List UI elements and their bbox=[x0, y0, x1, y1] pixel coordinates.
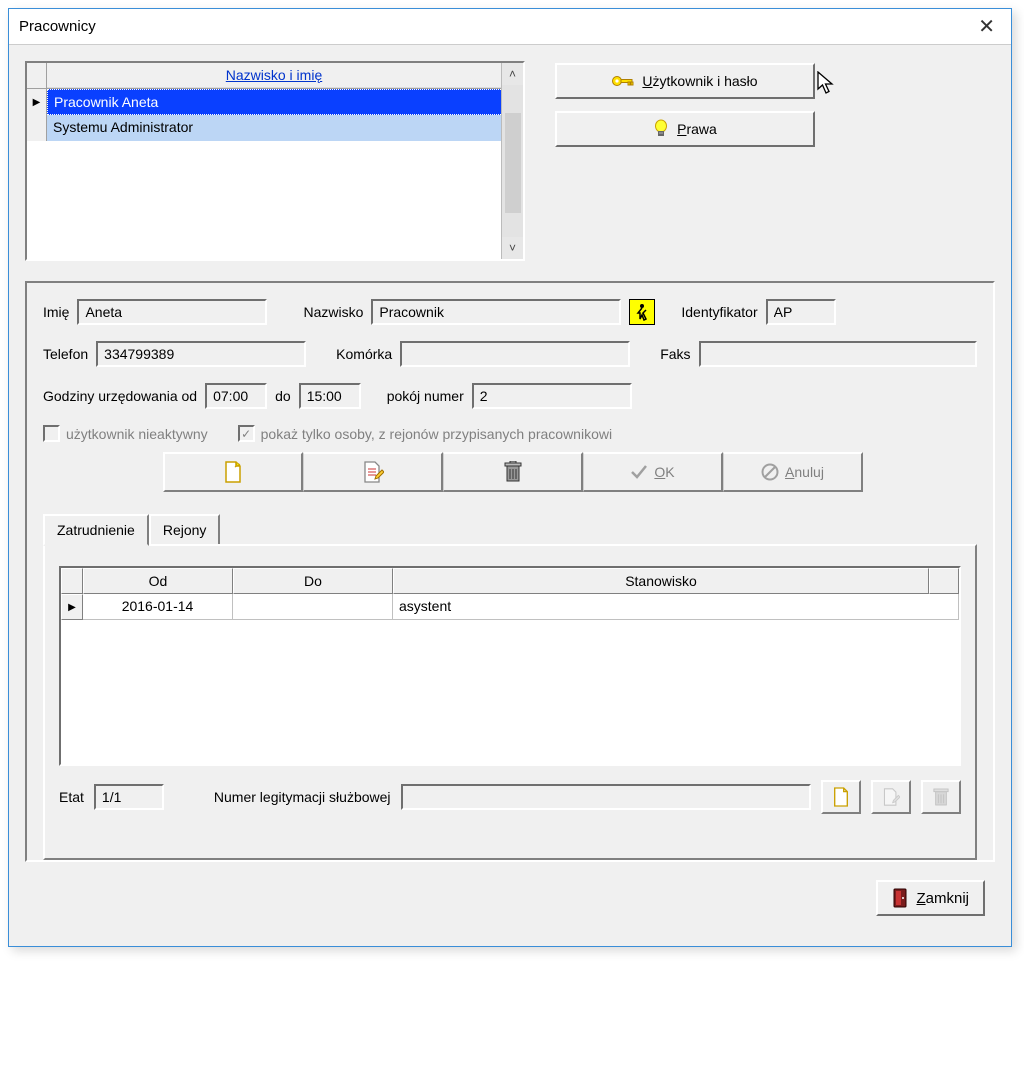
col-stanowisko[interactable]: Stanowisko bbox=[393, 568, 929, 594]
edit-file-icon bbox=[362, 461, 384, 483]
employment-grid[interactable]: Od Do Stanowisko 2016-01-14 asystent bbox=[59, 566, 961, 766]
trash-icon bbox=[933, 787, 949, 807]
list-item[interactable]: Systemu Administrator bbox=[27, 115, 501, 141]
label-imie: Imię bbox=[43, 304, 69, 320]
mini-edit-button bbox=[871, 780, 911, 814]
tab-regions[interactable]: Rejony bbox=[149, 514, 221, 544]
window-title: Pracownicy bbox=[19, 18, 96, 35]
ok-button: OK bbox=[583, 452, 723, 492]
tab-employment[interactable]: Zatrudnienie bbox=[43, 514, 149, 546]
col-do[interactable]: Do bbox=[233, 568, 393, 594]
label-komorka: Komórka bbox=[336, 346, 392, 362]
check-icon bbox=[630, 464, 648, 480]
cursor-icon bbox=[817, 71, 837, 97]
chk-region-only: ✓ pokaż tylko osoby, z rejonów przypisan… bbox=[238, 425, 612, 442]
scroll-thumb[interactable] bbox=[505, 113, 521, 213]
trash-icon bbox=[504, 461, 522, 483]
label-do: do bbox=[275, 388, 291, 404]
rights-button[interactable]: Prawa bbox=[555, 111, 815, 147]
close-icon[interactable]: ✕ bbox=[972, 14, 1001, 39]
key-icon bbox=[612, 73, 634, 89]
titlebar: Pracownicy ✕ bbox=[9, 9, 1011, 45]
row-indicator-icon bbox=[61, 594, 83, 620]
label-pokoj: pokój numer bbox=[387, 388, 464, 404]
bulb-icon bbox=[653, 119, 669, 139]
checkbox-icon bbox=[43, 425, 60, 442]
new-file-icon bbox=[223, 461, 243, 483]
label-etat: Etat bbox=[59, 789, 84, 805]
faks-field[interactable] bbox=[699, 341, 977, 367]
col-od[interactable]: Od bbox=[83, 568, 233, 594]
delete-button[interactable] bbox=[443, 452, 583, 492]
label-identyfikator: Identyfikator bbox=[681, 304, 757, 320]
person-run-icon bbox=[634, 303, 650, 321]
identyfikator-field[interactable] bbox=[766, 299, 836, 325]
pokoj-field[interactable] bbox=[472, 383, 632, 409]
chk-inactive: użytkownik nieaktywny bbox=[43, 425, 208, 442]
mini-new-button[interactable] bbox=[821, 780, 861, 814]
close-button[interactable]: Zamknij bbox=[876, 880, 985, 916]
mini-delete-button bbox=[921, 780, 961, 814]
komorka-field[interactable] bbox=[400, 341, 630, 367]
nazwisko-field[interactable] bbox=[371, 299, 621, 325]
label-telefon: Telefon bbox=[43, 346, 88, 362]
new-file-icon bbox=[832, 787, 850, 807]
scroll-up-icon[interactable]: ˄ bbox=[502, 63, 523, 85]
imie-field[interactable] bbox=[77, 299, 267, 325]
user-password-button[interactable]: Użytkownik i hasło bbox=[555, 63, 815, 99]
details-panel: Imię Nazwisko Identyfikator Telefon Komó… bbox=[25, 281, 995, 862]
row-indicator-icon bbox=[27, 89, 47, 115]
edit-file-icon bbox=[882, 787, 900, 807]
label-faks: Faks bbox=[660, 346, 690, 362]
employee-listbox[interactable]: Nazwisko i imię Pracownik Aneta Systemu … bbox=[25, 61, 525, 261]
table-row[interactable]: 2016-01-14 asystent bbox=[61, 594, 959, 620]
telefon-field[interactable] bbox=[96, 341, 306, 367]
godz-od-field[interactable] bbox=[205, 383, 267, 409]
checkbox-checked-icon: ✓ bbox=[238, 425, 255, 442]
cancel-icon bbox=[761, 463, 779, 481]
employees-window: Pracownicy ✕ Nazwisko i imię Pracownik A… bbox=[8, 8, 1012, 947]
employee-list-header[interactable]: Nazwisko i imię bbox=[47, 63, 501, 88]
godz-do-field[interactable] bbox=[299, 383, 361, 409]
label-nazwisko: Nazwisko bbox=[303, 304, 363, 320]
cancel-button: Anuluj bbox=[723, 452, 863, 492]
list-item[interactable]: Pracownik Aneta bbox=[27, 89, 501, 115]
edit-button[interactable] bbox=[303, 452, 443, 492]
label-legit: Numer legitymacji służbowej bbox=[214, 789, 391, 805]
scrollbar[interactable]: ˄ ˅ bbox=[501, 63, 523, 259]
legit-field[interactable] bbox=[401, 784, 811, 810]
scroll-down-icon[interactable]: ˅ bbox=[502, 237, 523, 259]
label-godziny: Godziny urzędowania od bbox=[43, 388, 197, 404]
new-button[interactable] bbox=[163, 452, 303, 492]
door-icon bbox=[892, 888, 908, 908]
person-icon-button[interactable] bbox=[629, 299, 655, 325]
etat-field[interactable] bbox=[94, 784, 164, 810]
